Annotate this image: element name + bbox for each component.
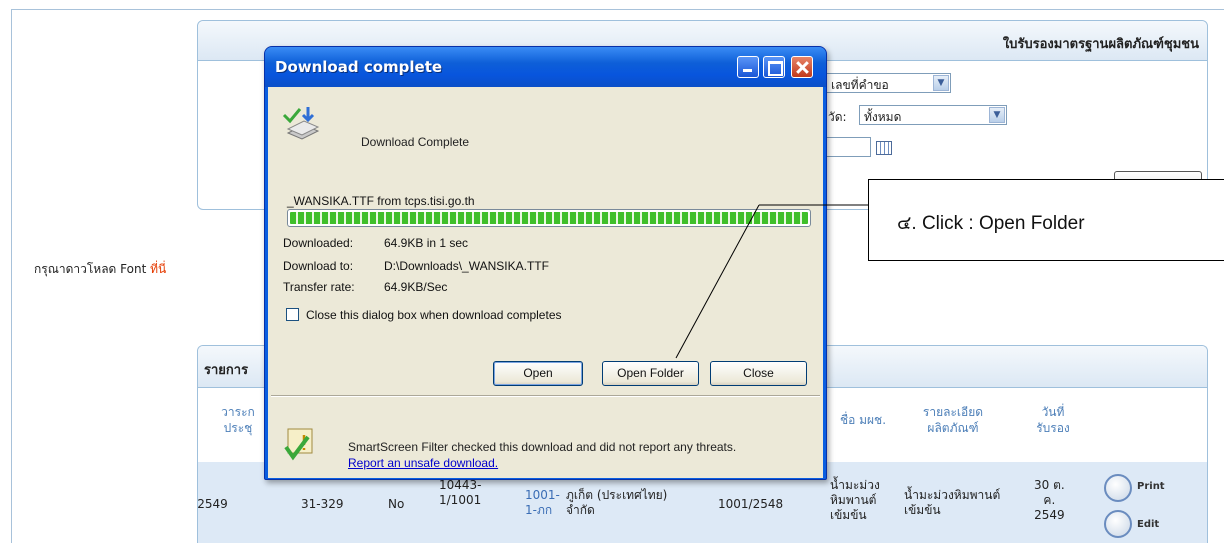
dialog-heading: Download Complete [361,135,470,149]
chevron-down-icon: ▼ [933,75,949,91]
cell-request-no: 10443- 1/1001 [439,478,482,507]
calendar-icon[interactable] [876,141,892,155]
print-button-label[interactable]: Print [1137,481,1165,492]
province-label: วัด: [828,110,847,124]
date-input[interactable] [826,137,871,157]
downloaded-value: 64.9KB in 1 sec [384,236,469,250]
transfer-rate-label: Transfer rate: [283,280,355,294]
cell-product: น้ำมะม่วงหิมพานต์ เข้มข้น [904,488,1001,517]
report-unsafe-link[interactable]: Report an unsafe download. [348,456,498,470]
cell-flag: No [388,497,405,511]
instruction-callout: ๔. Click : Open Folder [868,179,1224,261]
panel-title: ใบรับรองมาตรฐานผลิตภัณฑ์ชุมชน [1002,37,1199,52]
close-button[interactable]: Close [710,361,807,386]
smartscreen-message: SmartScreen Filter checked this download… [348,440,737,470]
downloaded-label: Downloaded: [283,236,354,250]
cell-company: ภูเก็ต (ประเทศไทย) จำกัด [566,488,668,517]
close-when-done-label[interactable]: Close this dialog box when download comp… [306,308,562,322]
progress-fill [290,212,808,224]
province-select[interactable]: ทั้งหมด ▼ [859,105,1007,125]
col-header-meeting: วาระก ประชุ [221,405,255,435]
transfer-rate-value: 64.9KB/Sec [384,280,448,294]
dialog-title-bar[interactable]: Download complete [265,47,826,87]
results-title: รายการ [204,363,249,378]
dialog-title: Download complete [275,58,443,76]
callout-text: ๔. Click : Open Folder [897,213,1085,234]
minimize-button[interactable] [737,56,759,78]
chevron-down-icon: ▼ [989,107,1005,123]
cell-code[interactable]: 1001- 1-ภก [525,488,560,518]
file-source-line: _WANSIKA.TTF from tcps.tisi.go.th [287,194,475,208]
col-header-standard-name: ชื่อ มผช. [839,413,887,427]
cell-standard-name: น้ำมะม่วง หิมพานต์ เข้มข้น [830,478,880,522]
edit-button-label[interactable]: Edit [1137,519,1159,530]
search-type-select[interactable]: เลขที่คำขอ ▼ [826,73,951,93]
maximize-button[interactable] [763,56,785,78]
col-header-product-detail: รายละเอียด ผลิตภัณฑ์ [922,405,984,435]
edit-icon[interactable] [1104,510,1132,538]
print-icon[interactable] [1104,474,1132,502]
download-progress-bar [287,209,811,227]
cell-standard-no: 1001/2548 [718,497,784,511]
open-folder-button[interactable]: Open Folder [602,361,699,386]
dialog-body: Download Complete _WANSIKA.TTF from tcps… [268,87,823,478]
font-download-link[interactable]: ที่นี่ [150,262,166,276]
download-to-label: Download to: [283,259,354,273]
cell-meeting: 31-9/2549 [197,497,228,511]
cell-cert-no: 31-329 [301,497,344,511]
col-header-cert-date: วันที่ รับรอง [1036,405,1070,435]
cell-date: 30 ต. ค. 2549 [1034,478,1065,522]
download-complete-icon [282,107,320,140]
close-window-button[interactable] [791,56,813,78]
open-button[interactable]: Open [493,361,583,386]
download-dialog: Download complete Download Complete _WAN… [264,46,827,480]
font-download-note: กรุณาดาวโหลด Font ที่นี่ [34,262,167,276]
download-to-value: D:\Downloads\_WANSIKA.TTF [384,259,549,273]
dialog-divider [271,395,820,397]
close-when-done-checkbox[interactable] [286,308,299,321]
smartscreen-icon [284,428,313,461]
